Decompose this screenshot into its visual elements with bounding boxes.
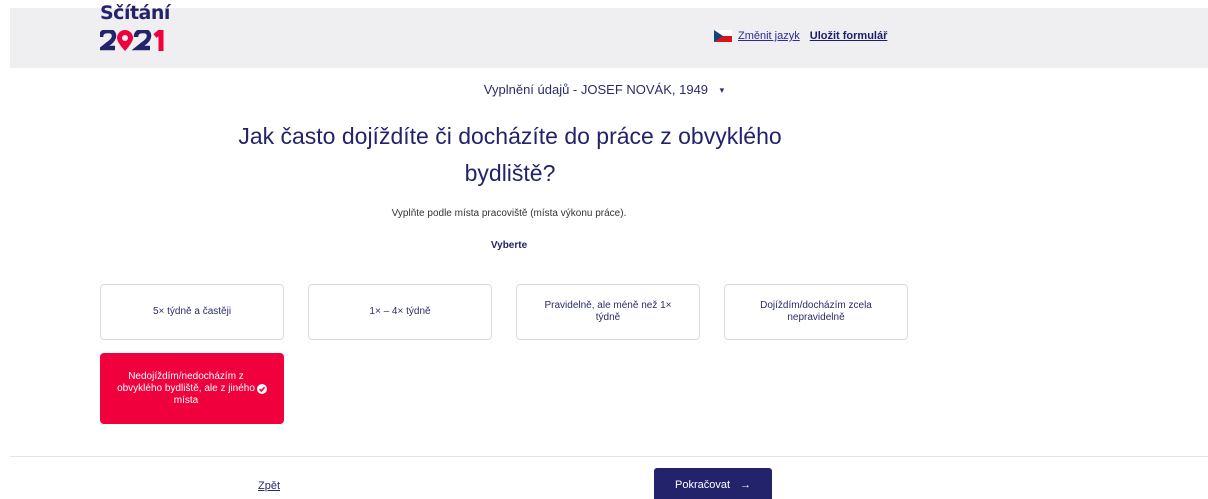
- change-language-link[interactable]: Změnit jazyk: [738, 30, 800, 42]
- arrow-right-icon: →: [740, 479, 752, 491]
- option-5x-weekly[interactable]: 5× týdně a častěji: [100, 284, 284, 340]
- option-label: Pravidelně, ale méně než 1× týdně: [544, 300, 672, 323]
- scitani-logo[interactable]: Sčítání: [100, 2, 170, 62]
- continue-button[interactable]: Pokračovat →: [654, 468, 772, 499]
- option-label: 1× – 4× týdně: [369, 306, 431, 317]
- question-title: Jak často dojíždíte či docházíte do prác…: [238, 123, 782, 186]
- chevron-down-icon: ▾: [719, 85, 725, 96]
- option-1-4x-weekly[interactable]: 1× – 4× týdně: [308, 284, 492, 340]
- back-link[interactable]: Zpět: [258, 480, 280, 492]
- option-label: Nedojíždím/nedocházím z obvyklého bydliš…: [117, 370, 255, 406]
- header-bar: Sčítání Změnit jazyk Uložit formulář: [10, 2, 1208, 68]
- choose-label: Vyberte: [490, 240, 528, 251]
- option-irregular[interactable]: Dojíždím/docházím zcela nepravidelně: [724, 284, 908, 340]
- logo-year-graphic: [100, 30, 164, 51]
- option-regular-less-than-weekly[interactable]: Pravidelně, ale méně než 1× týdně: [516, 284, 700, 340]
- person-selector[interactable]: Vyplnění údajů - JOSEF NOVÁK, 1949 ▾: [0, 82, 1208, 97]
- question-hint: Vyplňte podle místa pracoviště (místa vý…: [391, 208, 627, 219]
- save-form-link[interactable]: Uložit formulář: [810, 30, 888, 42]
- czech-flag-icon: [714, 30, 732, 42]
- option-label: Dojíždím/docházím zcela nepravidelně: [760, 300, 872, 323]
- continue-label: Pokračovat: [674, 479, 731, 491]
- person-selector-label: Vyplnění údajů - JOSEF NOVÁK, 1949: [483, 82, 709, 97]
- option-label: 5× týdně a častěji: [152, 306, 232, 317]
- checkmark-icon: [257, 384, 267, 394]
- option-not-from-usual-residence[interactable]: Nedojíždím/nedocházím z obvyklého bydliš…: [100, 353, 284, 424]
- footer-divider: [10, 456, 1208, 457]
- logo-text: Sčítání: [100, 2, 170, 24]
